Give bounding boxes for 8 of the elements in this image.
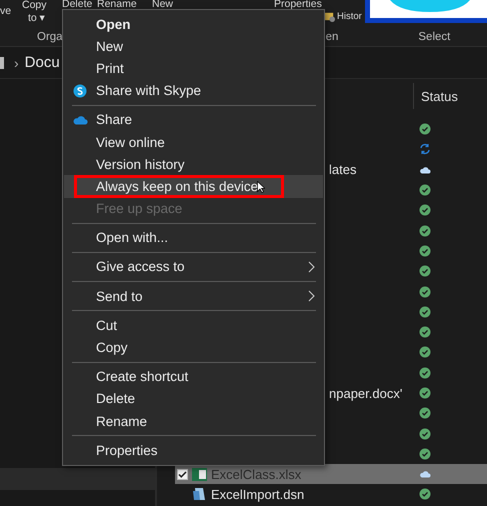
file-name: npaper.docx' — [329, 386, 402, 400]
file-name: ExcelImport.dsn — [211, 486, 304, 502]
file-name: ExcelClass.xlsx — [211, 466, 302, 482]
ribbon-group-label: en — [326, 31, 338, 43]
ribbon-group-label: Orga — [37, 31, 63, 43]
breadcrumb-separator: › — [14, 54, 19, 70]
ribbon-group-label: Select — [418, 31, 450, 43]
file-name: lates — [329, 162, 356, 178]
